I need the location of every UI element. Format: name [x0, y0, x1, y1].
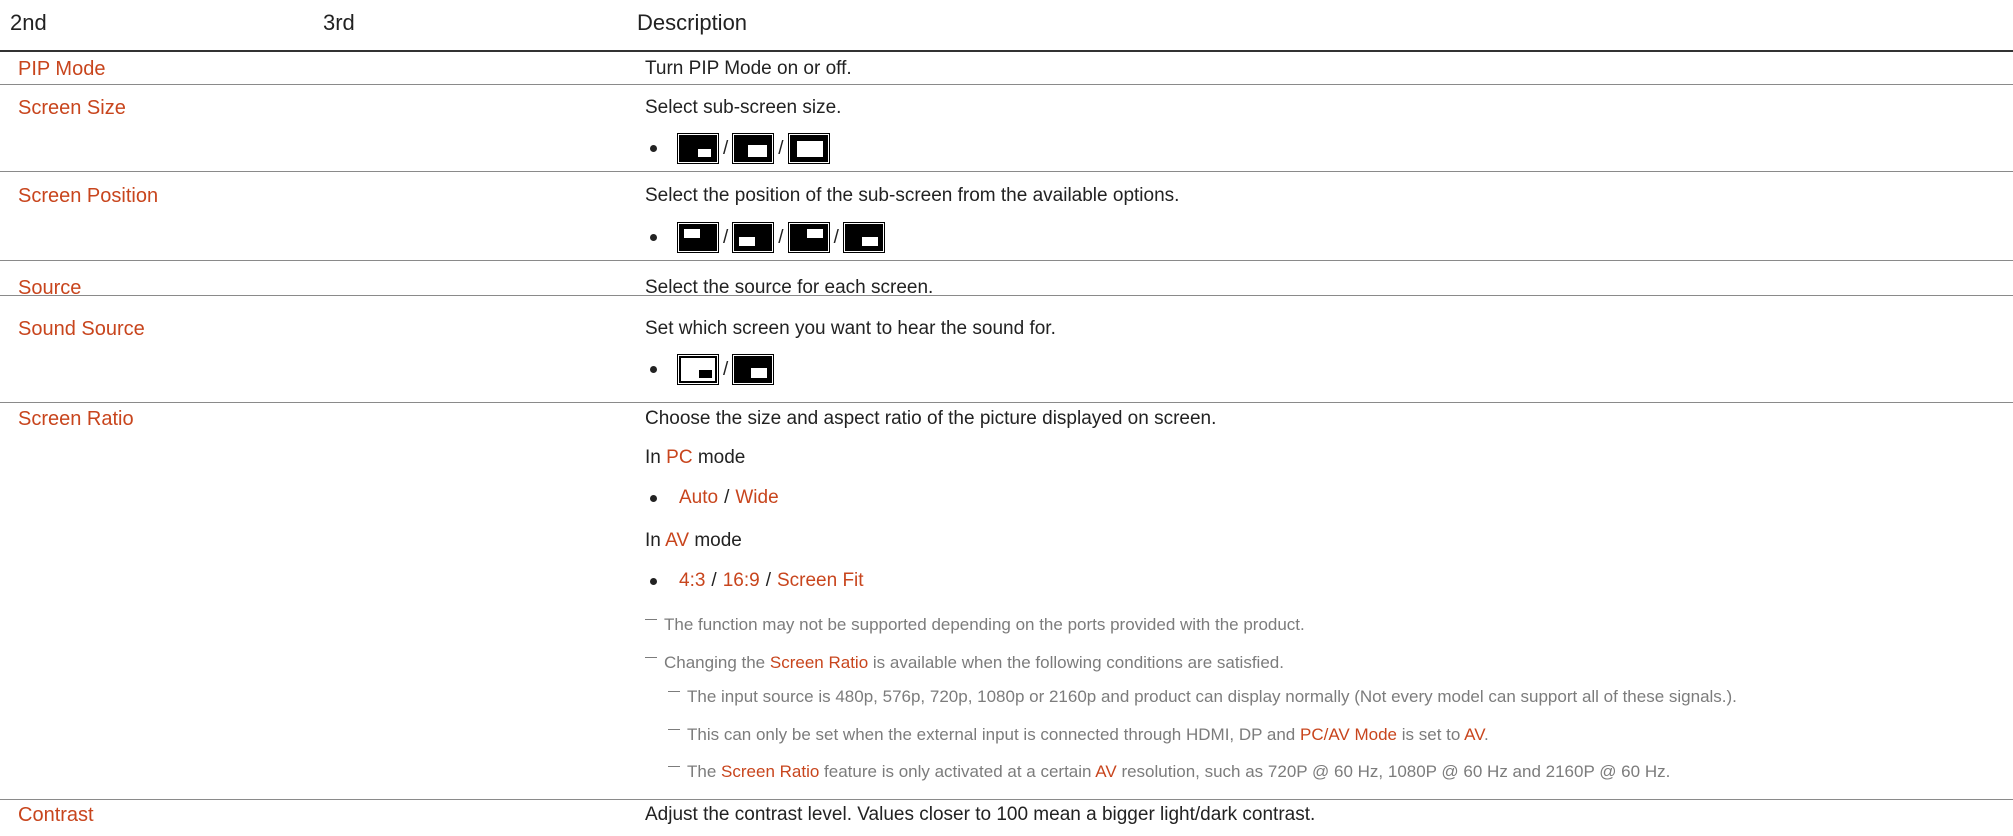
column-header-3rd: 3rd	[323, 10, 355, 35]
separator: /	[723, 137, 729, 159]
pc-mode-heading: In PC mode	[645, 447, 746, 468]
option-4-3: 4:3	[679, 570, 706, 591]
note-port-support: The function may not be supported depend…	[645, 615, 1305, 635]
pip-size-medium-icon	[732, 133, 775, 164]
pc-mode-options: Auto / Wide	[645, 487, 779, 509]
table-row-screen-position: Screen Position Select the position of t…	[0, 172, 2013, 261]
table-row-sound-source: Sound Source Set which screen you want t…	[0, 312, 2013, 403]
menu-item-screen-position: Screen Position	[18, 185, 159, 207]
main-screen-sound-icon	[677, 354, 719, 385]
option-screen-fit: Screen Fit	[776, 570, 864, 591]
menu-item-screen-ratio: Screen Ratio	[18, 408, 134, 430]
separator: /	[723, 358, 729, 380]
note-dash-icon	[645, 619, 657, 620]
bullet-icon	[650, 234, 657, 241]
option-auto: Auto	[679, 487, 719, 508]
pip-size-large-icon	[787, 133, 830, 164]
av-mode-options: 4:3 / 16:9 / Screen Fit	[645, 570, 864, 592]
note-external-input: This can only be set when the external i…	[668, 725, 1489, 745]
table-row-pip-mode: PIP Mode Turn PIP Mode on or off.	[0, 52, 2013, 85]
source-description: Select the source for each screen.	[645, 277, 934, 298]
note-input-source: The input source is 480p, 576p, 720p, 10…	[668, 687, 1737, 707]
table-row-contrast: Contrast Adjust the contrast level. Valu…	[0, 800, 2013, 836]
menu-item-screen-size: Screen Size	[18, 97, 126, 119]
contrast-description: Adjust the contrast level. Values closer…	[645, 804, 1316, 825]
screen-ratio-description: Choose the size and aspect ratio of the …	[645, 408, 1217, 429]
menu-item-contrast: Contrast	[18, 804, 94, 826]
menu-item-source: Source	[18, 277, 82, 299]
table-header: 2nd 3rd Description	[0, 0, 2013, 52]
pip-position-top-left-icon	[677, 222, 719, 253]
separator: /	[724, 487, 730, 508]
separator: /	[711, 570, 717, 591]
option-16-9: 16:9	[722, 570, 760, 591]
screen-size-description: Select sub-screen size.	[645, 97, 842, 118]
note-dash-icon	[645, 657, 657, 658]
note-dash-icon	[668, 691, 680, 692]
column-header-description: Description	[637, 10, 748, 35]
pip-position-top-right-icon	[787, 222, 830, 253]
pip-position-bottom-right-icon	[842, 222, 885, 253]
screen-position-description: Select the position of the sub-screen fr…	[645, 185, 1180, 206]
bullet-icon	[650, 366, 657, 373]
option-wide: Wide	[735, 487, 779, 508]
menu-item-pip-mode: PIP Mode	[18, 58, 106, 80]
separator: /	[778, 137, 784, 159]
sub-screen-sound-icon	[732, 354, 775, 385]
note-av-resolution: The Screen Ratio feature is only activat…	[668, 762, 1670, 782]
bullet-icon	[650, 494, 657, 502]
separator: /	[833, 226, 839, 248]
sound-source-description: Set which screen you want to hear the so…	[645, 318, 1056, 339]
note-screen-ratio-conditions: Changing the Screen Ratio is available w…	[645, 653, 1284, 673]
table-row-screen-ratio: Screen Ratio Choose the size and aspect …	[0, 403, 2013, 800]
separator: /	[765, 570, 771, 591]
pip-size-small-icon	[677, 133, 719, 164]
av-mode-heading: In AV mode	[645, 530, 742, 551]
note-dash-icon	[668, 766, 680, 767]
column-header-2nd: 2nd	[10, 10, 47, 35]
menu-item-sound-source: Sound Source	[18, 318, 145, 340]
screen-position-options: / / /	[645, 222, 885, 253]
table-row-screen-size: Screen Size Select sub-screen size. / /	[0, 85, 2013, 172]
pip-position-bottom-left-icon	[732, 222, 775, 253]
bullet-icon	[650, 145, 657, 152]
bullet-icon	[650, 577, 657, 585]
table-row-source: Source Select the source for each screen…	[0, 261, 2013, 299]
sound-source-options: /	[645, 354, 775, 385]
pip-mode-description: Turn PIP Mode on or off.	[645, 58, 852, 79]
note-dash-icon	[668, 729, 680, 730]
separator: /	[723, 226, 729, 248]
screen-size-options: / /	[645, 133, 830, 164]
separator: /	[778, 226, 784, 248]
